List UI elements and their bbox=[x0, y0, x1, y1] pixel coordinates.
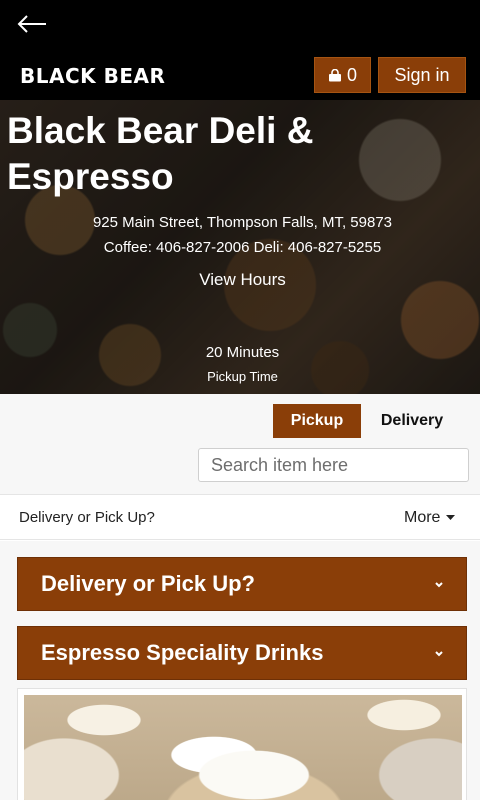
category-accordion-delivery[interactable]: Delivery or Pick Up? bbox=[17, 557, 467, 611]
category-nav: Delivery or Pick Up? More bbox=[0, 494, 480, 540]
search-input[interactable] bbox=[198, 448, 469, 482]
chevron-down-icon bbox=[435, 651, 443, 657]
tab-delivery[interactable]: Delivery bbox=[365, 404, 459, 438]
caret-down-icon bbox=[446, 515, 456, 520]
top-bar: BLACK BEAR 0 Sign in bbox=[0, 0, 480, 100]
arrow-left-icon bbox=[17, 15, 46, 33]
category-title: Delivery or Pick Up? bbox=[41, 571, 255, 596]
view-hours-link[interactable]: View Hours bbox=[0, 270, 480, 290]
menu-area: Delivery or Pick Up? Espresso Speciality… bbox=[0, 541, 480, 800]
restaurant-name: Black Bear Deli & Espresso bbox=[7, 110, 314, 197]
category-accordion-espresso[interactable]: Espresso Speciality Drinks bbox=[17, 626, 467, 680]
more-dropdown[interactable]: More bbox=[404, 509, 456, 527]
order-mode-section: Pickup Delivery bbox=[0, 394, 480, 494]
restaurant-address: 925 Main Street, Thompson Falls, MT, 598… bbox=[92, 214, 393, 231]
category-nav-item[interactable]: Delivery or Pick Up? bbox=[19, 509, 155, 526]
more-label: More bbox=[404, 509, 441, 526]
shopping-bag-icon bbox=[328, 68, 341, 81]
pickup-time-value: 20 Minutes bbox=[205, 344, 280, 361]
sign-in-button[interactable]: Sign in bbox=[378, 57, 466, 93]
restaurant-hero: Black Bear Deli & Espresso 925 Main Stre… bbox=[0, 100, 480, 394]
category-title: Espresso Speciality Drinks bbox=[41, 640, 324, 665]
product-image bbox=[24, 695, 462, 800]
tab-pickup[interactable]: Pickup bbox=[273, 404, 361, 438]
chevron-down-icon bbox=[435, 582, 443, 588]
back-button[interactable] bbox=[14, 10, 50, 38]
brand-logo[interactable]: BLACK BEAR bbox=[20, 64, 165, 88]
cart-button[interactable]: 0 bbox=[314, 57, 371, 93]
product-card[interactable] bbox=[17, 688, 467, 800]
cart-count: 0 bbox=[346, 64, 357, 85]
pickup-time-label: Pickup Time bbox=[207, 369, 278, 384]
restaurant-phones: Coffee: 406-827-2006 Deli: 406-827-5255 bbox=[103, 239, 382, 256]
